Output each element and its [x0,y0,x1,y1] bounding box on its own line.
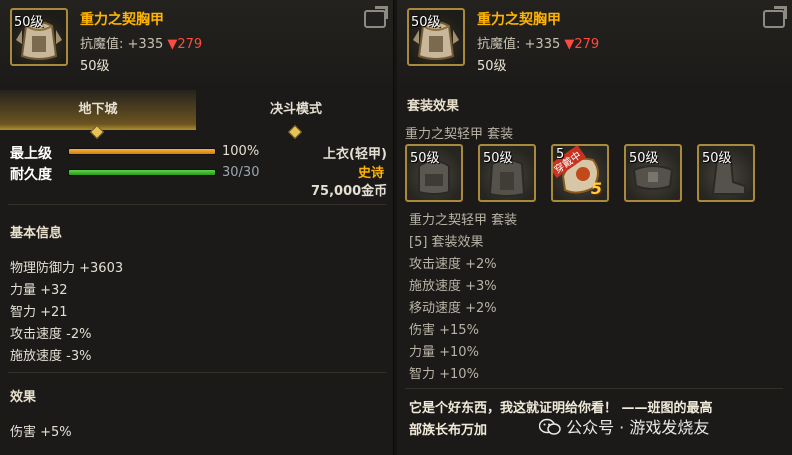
level-badge: 50级 [14,15,44,30]
set-piece-slot-equipped[interactable]: 5 穿戴中 5 [551,144,609,202]
level-badge: 50级 [411,15,441,30]
divider [405,388,783,389]
set-piece-level: 50级 [629,151,659,166]
tab-duel-mode[interactable]: 决斗模式 [198,90,394,140]
flavor-quote-line2: 部族长布万加 [409,423,488,438]
tab-dungeon-label: 地下城 [78,102,118,117]
tab-duel-label: 决斗模式 [269,102,322,117]
item-tooltip-right: 50级 重力之契胸甲 抗魔值: +335 ▼279 50级 套装效果 重力之契轻… [397,0,792,455]
magic-resist-label: 抗魔值: [80,37,124,52]
slot-type: 上衣(轻甲) [323,147,387,162]
magic-resist-line: 抗魔值: +335 ▼279 [477,33,599,52]
set-detail-line: 智力 +10% [409,367,479,382]
set-piece-slot[interactable]: 50级 [624,144,682,202]
watermark: 公众号 · 游戏发烧友 [538,414,710,438]
effect-title: 效果 [10,390,37,405]
basic-info-line: 攻击速度 -2% [10,327,92,342]
basic-info-line: 力量 +32 [10,283,68,298]
set-piece-level: 50级 [702,151,732,166]
set-piece-level: 5 [556,147,565,162]
mode-tabs: 地下城 决斗模式 [0,90,394,140]
share-icon[interactable] [763,10,785,28]
item-header: 50级 重力之契胸甲 抗魔值: +335 ▼279 50级 [397,0,792,82]
basic-info-line: 施放速度 -3% [10,349,92,364]
magic-resist-diff: ▼279 [564,37,600,52]
item-level: 50级 [477,59,507,74]
set-piece-slot[interactable]: 50级 [478,144,536,202]
set-piece-count: 5 [590,179,602,198]
divider [8,204,386,205]
set-detail-line: [5] 套装效果 [409,235,484,250]
magic-resist-label: 抗魔值: [477,37,521,52]
set-name: 重力之契轻甲 套装 [405,127,514,142]
magic-resist-diff: ▼279 [167,37,203,52]
set-detail-line: 移动速度 +2% [409,301,497,316]
max-level-bar [68,148,216,155]
magic-resist-value: +335 [524,37,561,52]
set-piece-slot[interactable]: 50级 [405,144,463,202]
durability-label: 耐久度 [10,167,52,183]
effect-line: 伤害 +5% [10,425,72,440]
basic-info-title: 基本信息 [10,226,63,241]
rarity: 史诗 [358,166,385,181]
magic-resist-line: 抗魔值: +335 ▼279 [80,33,202,52]
set-detail-line: 攻击速度 +2% [409,257,497,272]
set-detail-line: 力量 +10% [409,345,479,360]
watermark-text: 公众号 · 游戏发烧友 [566,418,710,437]
set-detail-name: 重力之契轻甲 套装 [409,213,518,228]
share-icon[interactable] [364,10,386,28]
set-piece-slot[interactable]: 50级 [697,144,755,202]
durability-bar [68,169,216,176]
tab-dungeon[interactable]: 地下城 [0,90,196,140]
basic-info-line: 智力 +21 [10,305,68,320]
durability-bar-fill [69,170,215,175]
max-level-value: 100% [222,144,260,159]
set-piece-level: 50级 [410,151,440,166]
set-detail-line: 伤害 +15% [409,323,479,338]
set-piece-level: 50级 [483,151,513,166]
divider [8,372,386,373]
diamond-icon [89,124,105,140]
set-detail-line: 施放速度 +3% [409,279,497,294]
sell-price: 75,000金币 [311,184,388,199]
item-name: 重力之契胸甲 [80,12,164,28]
durability-value: 30/30 [222,165,260,180]
item-icon-slot[interactable]: 50级 [10,8,68,66]
basic-info-line: 物理防御力 +3603 [10,261,124,276]
item-tooltip-left: 50级 重力之契胸甲 抗魔值: +335 ▼279 50级 地下城 决斗模式 最… [0,0,394,455]
item-icon-slot[interactable]: 50级 [407,8,465,66]
magic-resist-value: +335 [127,37,164,52]
set-effect-title: 套装效果 [407,99,460,114]
item-header: 50级 重力之契胸甲 抗魔值: +335 ▼279 50级 [0,0,393,82]
max-level-label: 最上级 [10,146,52,162]
item-level: 50级 [80,59,110,74]
max-level-bar-fill [69,149,215,154]
diamond-icon [287,124,303,140]
wechat-icon [538,418,561,435]
item-name: 重力之契胸甲 [477,12,561,28]
